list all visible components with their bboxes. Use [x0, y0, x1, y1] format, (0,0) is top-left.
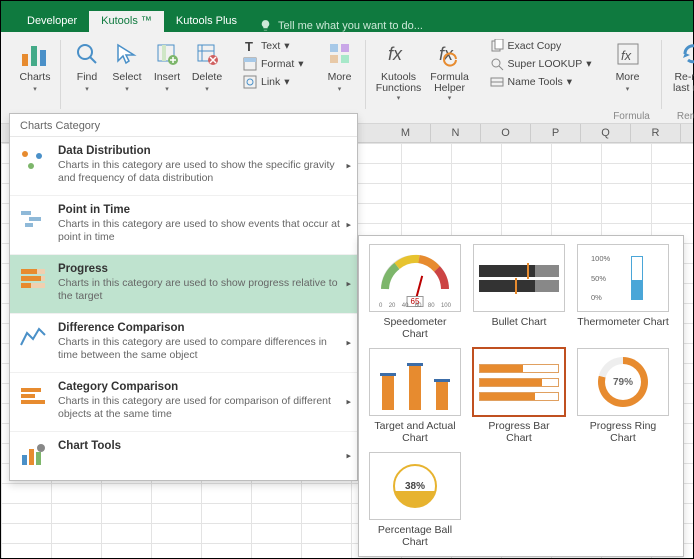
format-icon: [243, 57, 257, 71]
category-data-distribution[interactable]: Data DistributionCharts in this category…: [10, 137, 357, 196]
find-icon: [71, 38, 103, 70]
exact-copy-button[interactable]: Exact Copy: [486, 38, 596, 54]
svg-text:T: T: [245, 39, 253, 53]
tell-me-placeholder: Tell me what you want to do...: [278, 20, 423, 32]
chart-tools-icon: [18, 440, 48, 470]
chart-progress-bar[interactable]: Progress Bar Chart: [471, 348, 567, 444]
formula-helper-button[interactable]: fx Formula Helper ▾: [426, 36, 474, 102]
name-icon: [490, 75, 504, 89]
chart-target-actual[interactable]: Target and Actual Chart: [367, 348, 463, 444]
chart-progress-ring[interactable]: 79% Progress Ring Chart: [575, 348, 671, 444]
chart-percentage-ball[interactable]: 38% Percentage Ball Chart: [367, 452, 463, 548]
difference-icon: [18, 322, 48, 352]
chevron-right-icon: ▸: [346, 161, 351, 172]
fx-icon: fx: [383, 38, 415, 70]
link-icon: [243, 75, 257, 89]
more2-button[interactable]: fx More▾: [608, 36, 648, 95]
text-button[interactable]: TText ▾: [239, 38, 308, 54]
charts-icon: [19, 38, 51, 70]
category-progress[interactable]: ProgressCharts in this category are used…: [10, 255, 357, 314]
svg-text:fx: fx: [388, 44, 403, 64]
formula-group-label: Formula: [602, 111, 662, 122]
lookup-icon: [490, 57, 504, 71]
rerun-icon: [675, 38, 694, 70]
find-button[interactable]: Find▾: [67, 36, 107, 95]
ribbon: Charts▾ Find▾ Select▾ Insert▾ Delete▾: [1, 32, 693, 124]
rerun-button[interactable]: Re-run last utili: [668, 36, 694, 94]
tell-me-search[interactable]: Tell me what you want to do...: [259, 19, 423, 32]
title-bar: [1, 1, 693, 9]
progress-charts-flyout: 65 020406080100 Speedometer Chart Bullet…: [358, 235, 684, 557]
chevron-right-icon: ▸: [346, 451, 351, 462]
more-icon: [324, 38, 356, 70]
charts-label: Charts▾: [20, 72, 51, 95]
category-chart-tools[interactable]: Chart Tools ▸: [10, 432, 357, 480]
more-button[interactable]: More▾: [320, 36, 360, 95]
link-button[interactable]: Link ▾: [239, 74, 308, 90]
tab-strip: Developer Kutools ™ Kutools Plus Tell me…: [1, 9, 693, 32]
formula-helper-icon: fx: [434, 38, 466, 70]
chevron-right-icon: ▸: [346, 279, 351, 290]
charts-category-title: Charts Category: [10, 114, 357, 137]
chart-speedometer[interactable]: 65 020406080100 Speedometer Chart: [367, 244, 463, 340]
delete-icon: [191, 38, 223, 70]
charts-category-panel: Charts Category Data DistributionCharts …: [9, 113, 358, 481]
delete-button[interactable]: Delete▾: [187, 36, 227, 95]
insert-button[interactable]: Insert▾: [147, 36, 187, 95]
category-difference-comparison[interactable]: Difference ComparisonCharts in this cate…: [10, 314, 357, 373]
tab-kutools-plus[interactable]: Kutools Plus: [164, 11, 249, 32]
name-tools-button[interactable]: Name Tools ▾: [486, 74, 596, 90]
chart-bullet[interactable]: Bullet Chart: [471, 244, 567, 340]
speedometer-icon: [375, 249, 455, 293]
rerun-group-label: Rerun: [662, 111, 694, 122]
super-lookup-button[interactable]: Super LOOKUP ▾: [486, 56, 596, 72]
point-in-time-icon: [18, 204, 48, 234]
copy-icon: [490, 39, 504, 53]
kutools-functions-button[interactable]: fx Kutools Functions ▾: [372, 36, 426, 102]
chart-thermometer[interactable]: 100%50%0% Thermometer Chart: [575, 244, 671, 340]
tab-kutools[interactable]: Kutools ™: [89, 11, 164, 32]
chevron-right-icon: ▸: [346, 220, 351, 231]
svg-text:fx: fx: [621, 48, 632, 63]
tab-developer[interactable]: Developer: [15, 11, 89, 32]
chevron-right-icon: ▸: [346, 338, 351, 349]
category-category-comparison[interactable]: Category ComparisonCharts in this catego…: [10, 373, 357, 432]
category-comparison-icon: [18, 381, 48, 411]
data-distribution-icon: [18, 145, 48, 175]
format-button[interactable]: Format ▾: [239, 56, 308, 72]
insert-icon: [151, 38, 183, 70]
select-icon: [111, 38, 143, 70]
fx-box-icon: fx: [612, 38, 644, 70]
text-icon: T: [243, 39, 257, 53]
charts-button[interactable]: Charts▾: [15, 36, 55, 95]
bulb-icon: [259, 19, 272, 32]
category-point-in-time[interactable]: Point in TimeCharts in this category are…: [10, 196, 357, 255]
select-button[interactable]: Select▾: [107, 36, 147, 95]
chevron-right-icon: ▸: [346, 397, 351, 408]
progress-icon: [18, 263, 48, 293]
